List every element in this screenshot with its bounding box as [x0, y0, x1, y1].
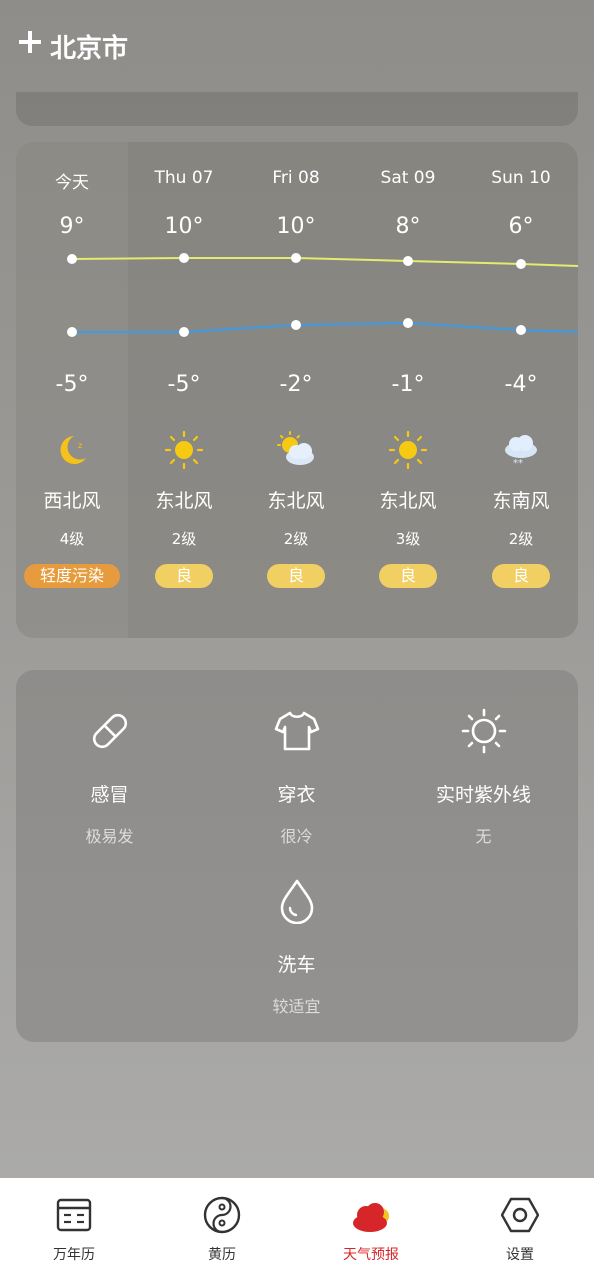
day-label: 今天: [55, 173, 89, 193]
sun-icon: [164, 430, 204, 470]
yin-yang-icon: [203, 1196, 241, 1234]
tab-weather[interactable]: 天气预报: [297, 1196, 445, 1264]
low-temp: -2°: [279, 372, 313, 397]
top-card-remnant: [16, 92, 578, 126]
hex-nut-icon: [501, 1197, 539, 1233]
calendar-icon: [56, 1198, 92, 1232]
forecast-day[interactable]: Sat 09 8° -1° 东北风 3级 良: [352, 142, 464, 638]
shirt-icon: [274, 711, 319, 751]
forecast-day[interactable]: Thu 07 10° -5° 东北风 2级 良: [128, 142, 240, 638]
svg-text:**: **: [513, 458, 523, 469]
day-label: Fri 08: [272, 168, 320, 188]
snow-icon: **: [505, 435, 537, 469]
tab-label: 天气预报: [343, 1247, 399, 1263]
partly-cloudy-icon: [277, 431, 314, 465]
high-temp: 9°: [59, 214, 85, 239]
tab-label: 万年历: [53, 1247, 95, 1263]
aqi-badge: 良: [267, 564, 325, 588]
wind-direction: 东北风: [379, 490, 437, 512]
sun-icon: [388, 430, 428, 470]
aqi-badge: 良: [155, 564, 213, 588]
tab-label: 设置: [506, 1247, 534, 1263]
wind-direction: 西北风: [43, 490, 101, 512]
life-index-value: 很冷: [280, 827, 313, 846]
bottom-tab-bar: 万年历 黄历 天气预报 设置: [0, 1178, 594, 1280]
wind-direction: 东北风: [267, 490, 325, 512]
aqi-badge: 轻度污染: [24, 564, 120, 588]
tab-settings[interactable]: 设置: [446, 1196, 594, 1264]
sun-outline-icon: [461, 708, 506, 754]
aqi-badge: 良: [379, 564, 437, 588]
pill-icon: [92, 713, 127, 749]
city-name[interactable]: 北京市: [50, 28, 128, 65]
life-index-item[interactable]: 穿衣 很冷: [203, 708, 390, 847]
life-index-name: 穿衣: [277, 784, 316, 806]
life-index-name: 感冒: [90, 784, 129, 806]
forecast-card[interactable]: 今天 9° -5° z 西北风 4级 轻度污染 Thu 07 10° -5° 东…: [16, 142, 578, 638]
high-temp: 6°: [508, 214, 534, 239]
wind-direction: 东南风: [492, 490, 550, 512]
life-index-item[interactable]: 实时紫外线 无: [390, 708, 577, 847]
life-index-item[interactable]: 洗车 较适宜: [203, 878, 390, 1017]
water-drop-icon: [280, 879, 313, 924]
day-label: Thu 07: [154, 168, 214, 188]
wind-level: 2级: [283, 530, 309, 548]
life-index-value: 极易发: [85, 827, 134, 846]
low-temp: -5°: [167, 372, 201, 397]
aqi-badge: 良: [492, 564, 550, 588]
life-index-item[interactable]: 感冒 极易发: [16, 708, 203, 847]
tab-calendar[interactable]: 万年历: [0, 1196, 148, 1264]
forecast-day[interactable]: Sun 10 6° -4° ** 东南风 2级 良: [465, 142, 577, 638]
life-index-value: 无: [475, 827, 492, 846]
tab-almanac[interactable]: 黄历: [148, 1196, 296, 1264]
wind-level: 2级: [508, 530, 534, 548]
high-temp: 8°: [395, 214, 421, 239]
wind-direction: 东北风: [155, 490, 213, 512]
low-temp: -1°: [391, 372, 425, 397]
wind-level: 3级: [395, 530, 421, 548]
wind-level: 4级: [59, 530, 85, 548]
forecast-day[interactable]: 今天 9° -5° z 西北风 4级 轻度污染: [16, 142, 128, 638]
high-temp: 10°: [164, 214, 204, 239]
life-index-value: 较适宜: [272, 997, 321, 1016]
day-label: Sat 09: [380, 168, 436, 188]
svg-text:z: z: [78, 441, 82, 450]
tab-label: 黄历: [208, 1247, 236, 1263]
high-temp: 10°: [276, 214, 316, 239]
low-temp: -5°: [55, 372, 89, 397]
forecast-day[interactable]: Fri 08 10° -2° 东北风 2级 良: [240, 142, 352, 638]
weather-cloud-icon: [353, 1203, 389, 1232]
moon-icon: z: [60, 436, 86, 464]
life-index-name: 实时紫外线: [435, 784, 531, 806]
low-temp: -4°: [504, 372, 538, 397]
wind-level: 2级: [171, 530, 197, 548]
add-city-button[interactable]: [18, 30, 42, 54]
life-index-card: 感冒 极易发 穿衣 很冷 实时紫外线 无 洗车 较适宜: [16, 670, 578, 1042]
day-label: Sun 10: [491, 168, 551, 188]
header: 北京市: [0, 0, 594, 92]
life-index-name: 洗车: [277, 954, 316, 976]
